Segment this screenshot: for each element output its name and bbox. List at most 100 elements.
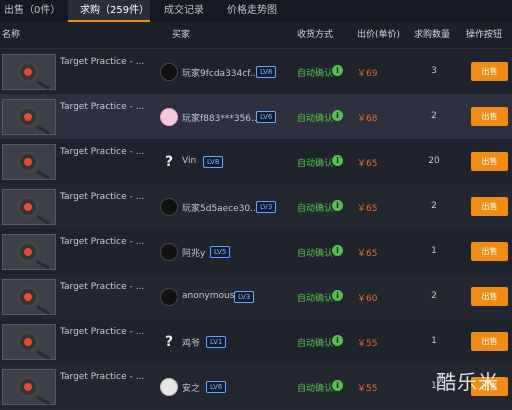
receive-method: 自动确认 [297, 339, 334, 349]
tab-buy-orders-label: 求购（259件） [80, 5, 150, 16]
item-thumbnail [2, 144, 56, 180]
frying-pan-icon [17, 106, 39, 128]
table-row: Target Practice - ... 玩家f883***356... LV… [0, 94, 512, 140]
buyer-name: 阿兆y [182, 249, 206, 259]
bid-price: ￥55 [357, 384, 378, 394]
item-name[interactable]: Target Practice - ... [60, 237, 144, 247]
info-icon[interactable]: i [332, 65, 343, 76]
info-icon[interactable]: i [332, 200, 343, 211]
buy-quantity: 1 [431, 336, 437, 346]
frying-pan-icon [17, 196, 39, 218]
buy-quantity: 20 [428, 156, 440, 166]
avatar [160, 378, 178, 396]
bid-price: ￥65 [357, 159, 378, 169]
buyer-name: 安之 [182, 384, 201, 394]
avatar [160, 243, 178, 261]
sell-button[interactable]: 出售 [471, 62, 508, 81]
receive-method: 自动确认 [297, 114, 334, 124]
sell-button[interactable]: 出售 [471, 152, 508, 171]
receive-method: 自动确认 [297, 69, 334, 79]
sell-button[interactable]: 出售 [471, 197, 508, 216]
item-name[interactable]: Target Practice - ... [60, 282, 144, 292]
bid-price: ￥55 [357, 339, 378, 349]
header-action: 操作按钮 [466, 30, 503, 40]
receive-method: 自动确认 [297, 159, 334, 169]
item-thumbnail [2, 99, 56, 135]
bid-price: ￥65 [357, 249, 378, 259]
receive-method: 自动确认 [297, 384, 334, 394]
sell-button[interactable]: 出售 [471, 242, 508, 261]
buy-quantity: 3 [431, 66, 437, 76]
buyer-name: 玩家5d5aece30... [182, 204, 259, 214]
sell-button[interactable]: 出售 [471, 107, 508, 126]
info-icon[interactable]: i [332, 110, 343, 121]
item-name[interactable]: Target Practice - ... [60, 102, 144, 112]
buy-quantity: 2 [431, 111, 437, 121]
question-mark-avatar-icon: ? [164, 154, 174, 170]
table-row: Target Practice - ... ? Vin LV8 自动确认 i ￥… [0, 139, 512, 185]
level-badge: LV6 [256, 111, 277, 123]
info-icon[interactable]: i [332, 245, 343, 256]
item-name[interactable]: Target Practice - ... [60, 192, 144, 202]
frying-pan-icon [17, 331, 39, 353]
header-qty: 求购数量 [414, 30, 451, 40]
tab-sell[interactable]: 出售（0件） [4, 0, 60, 22]
table-row: Target Practice - ... ? 鸡爷 LV1 自动确认 i ￥5… [0, 319, 512, 365]
buy-quantity: 2 [431, 291, 437, 301]
header-receive: 收货方式 [297, 30, 334, 40]
info-icon[interactable]: i [332, 335, 343, 346]
level-badge: LV6 [206, 381, 227, 393]
item-name[interactable]: Target Practice - ... [60, 57, 144, 67]
frying-pan-icon [17, 151, 39, 173]
bid-price: ￥60 [357, 294, 378, 304]
item-name[interactable]: Target Practice - ... [60, 372, 144, 382]
tab-price-trend-label: 价格走势图 [227, 5, 277, 16]
bid-price: ￥65 [357, 204, 378, 214]
info-icon[interactable]: i [332, 290, 343, 301]
tab-transactions[interactable]: 成交记录 [164, 0, 212, 22]
item-thumbnail [2, 189, 56, 225]
buyer-name: anonymous [182, 291, 235, 301]
frying-pan-icon [17, 61, 39, 83]
avatar [160, 63, 178, 81]
item-thumbnail [2, 324, 56, 360]
avatar [160, 108, 178, 126]
avatar [160, 288, 178, 306]
tab-transactions-label: 成交记录 [164, 5, 204, 16]
tab-bar: 出售（0件） 求购（259件） 成交记录 价格走势图 [0, 0, 512, 22]
tab-buy-orders[interactable]: 求购（259件） [68, 0, 150, 22]
table-row: Target Practice - ... 玩家9fcda334cf... LV… [0, 49, 512, 95]
info-icon[interactable]: i [332, 155, 343, 166]
header-buyer: 买家 [172, 30, 191, 40]
buy-quantity: 2 [431, 201, 437, 211]
level-badge: LV3 [234, 291, 255, 303]
item-thumbnail [2, 279, 56, 315]
level-badge: LV1 [206, 336, 227, 348]
info-icon[interactable]: i [332, 380, 343, 391]
sell-button[interactable]: 出售 [471, 287, 508, 306]
item-name[interactable]: Target Practice - ... [60, 327, 144, 337]
frying-pan-icon [17, 241, 39, 263]
level-badge: LV5 [210, 246, 231, 258]
sell-button[interactable]: 出售 [471, 332, 508, 351]
receive-method: 自动确认 [297, 294, 334, 304]
watermark-logo: 酷乐米 [436, 370, 499, 394]
buyer-name: 玩家f883***356... [182, 114, 260, 124]
item-thumbnail [2, 234, 56, 270]
table-row: Target Practice - ... anonymous LV3 自动确认… [0, 274, 512, 320]
item-thumbnail [2, 54, 56, 90]
bid-price: ￥69 [357, 69, 378, 79]
frying-pan-icon [17, 376, 39, 398]
item-name[interactable]: Target Practice - ... [60, 147, 144, 157]
receive-method: 自动确认 [297, 249, 334, 259]
bid-price: ￥68 [357, 114, 378, 124]
header-name: 名称 [2, 30, 21, 40]
frying-pan-icon [17, 286, 39, 308]
buyer-name: 玩家9fcda334cf... [182, 69, 259, 79]
tab-sell-label: 出售（0件） [4, 5, 61, 16]
buy-quantity: 1 [431, 246, 437, 256]
level-badge: LV3 [256, 201, 277, 213]
tab-price-trend[interactable]: 价格走势图 [227, 0, 287, 22]
level-badge: LV8 [203, 156, 224, 168]
question-mark-avatar-icon: ? [164, 334, 174, 350]
